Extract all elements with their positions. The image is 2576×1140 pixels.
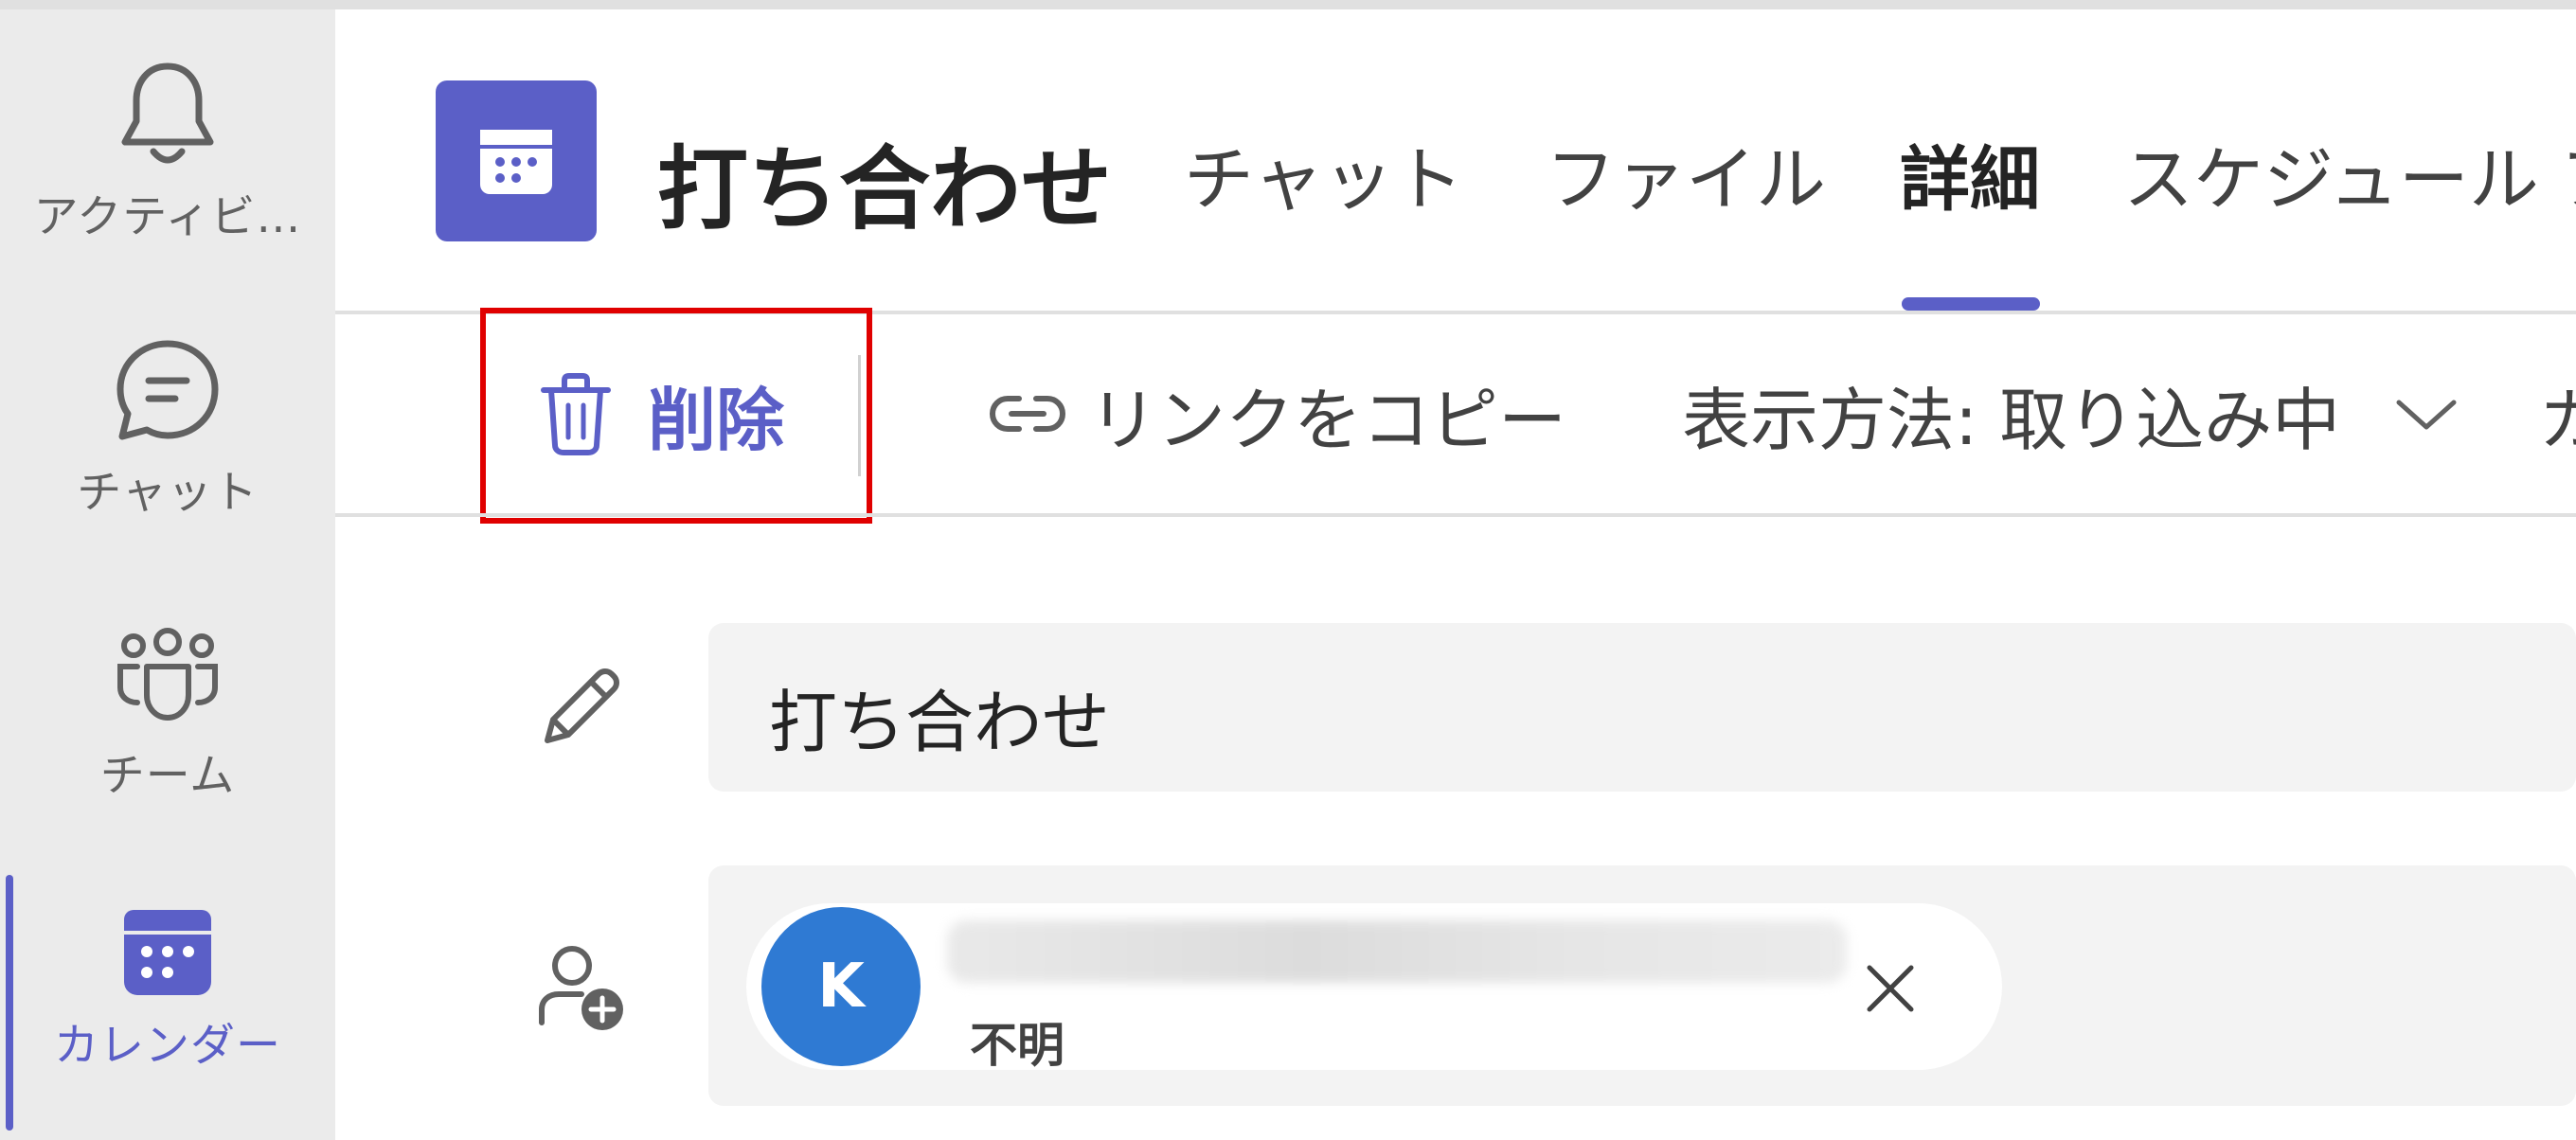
rail-active-indicator bbox=[6, 875, 13, 1131]
bell-icon bbox=[121, 62, 214, 164]
calendar-icon bbox=[480, 130, 552, 194]
link-icon bbox=[989, 396, 1066, 432]
tab-details[interactable]: 詳細 bbox=[1900, 123, 2040, 224]
active-tab-indicator bbox=[1902, 297, 2040, 311]
rail-item-label: チーム bbox=[99, 750, 236, 802]
rail-item-label: アクティビ… bbox=[33, 191, 302, 243]
tab-scheduling-assistant[interactable]: スケジュール ア bbox=[2123, 123, 2576, 224]
copy-link-button[interactable]: リンクをコピー bbox=[987, 314, 1566, 513]
chevron-down-icon bbox=[2396, 400, 2457, 430]
pencil-icon bbox=[545, 668, 619, 743]
attendee-chip[interactable]: K 不明 bbox=[746, 903, 2002, 1073]
meeting-header: 打ち合わせ チャット ファイル 詳細 スケジュール ア bbox=[335, 9, 2576, 311]
close-icon[interactable] bbox=[1860, 958, 1921, 1019]
avatar: K bbox=[761, 907, 921, 1066]
rail-item-teams[interactable]: チーム bbox=[0, 625, 335, 804]
teams-icon bbox=[117, 628, 218, 721]
add-person-icon bbox=[539, 946, 623, 1030]
rail-item-label: カレンダー bbox=[54, 1020, 281, 1072]
toolbar-overflow-item[interactable]: カ bbox=[2538, 314, 2576, 513]
page-title: 打ち合わせ bbox=[657, 136, 1112, 242]
overflow-label: カ bbox=[2538, 380, 2576, 460]
meeting-title-input[interactable]: 打ち合わせ bbox=[708, 623, 2576, 792]
meeting-title-value: 打ち合わせ bbox=[769, 683, 1111, 762]
meeting-app-icon bbox=[436, 80, 597, 241]
window-top-border bbox=[0, 0, 2576, 9]
toolbar-divider-line bbox=[335, 513, 2576, 517]
attendee-name-redacted bbox=[947, 920, 1847, 983]
tab-files[interactable]: ファイル bbox=[1546, 123, 1826, 224]
rail-item-chat[interactable]: チャット bbox=[0, 336, 335, 521]
delete-highlight-box bbox=[480, 308, 872, 524]
app-rail: アクティビ… チャット チーム カレンダー bbox=[0, 9, 335, 1140]
calendar-icon bbox=[124, 910, 211, 995]
tab-chat[interactable]: チャット bbox=[1184, 123, 1463, 224]
chat-icon bbox=[116, 340, 219, 440]
rail-item-activity[interactable]: アクティビ… bbox=[0, 57, 335, 245]
rail-item-calendar[interactable]: カレンダー bbox=[0, 904, 335, 1074]
rail-item-label: チャット bbox=[77, 467, 259, 519]
show-as-label: 表示方法: 取り込み中 bbox=[1682, 380, 2341, 460]
show-as-dropdown[interactable]: 表示方法: 取り込み中 bbox=[1682, 314, 2460, 513]
copy-link-label: リンクをコピー bbox=[1089, 380, 1567, 460]
attendee-status: 不明 bbox=[970, 1018, 1064, 1073]
attendees-field[interactable]: K 不明 bbox=[708, 865, 2576, 1106]
